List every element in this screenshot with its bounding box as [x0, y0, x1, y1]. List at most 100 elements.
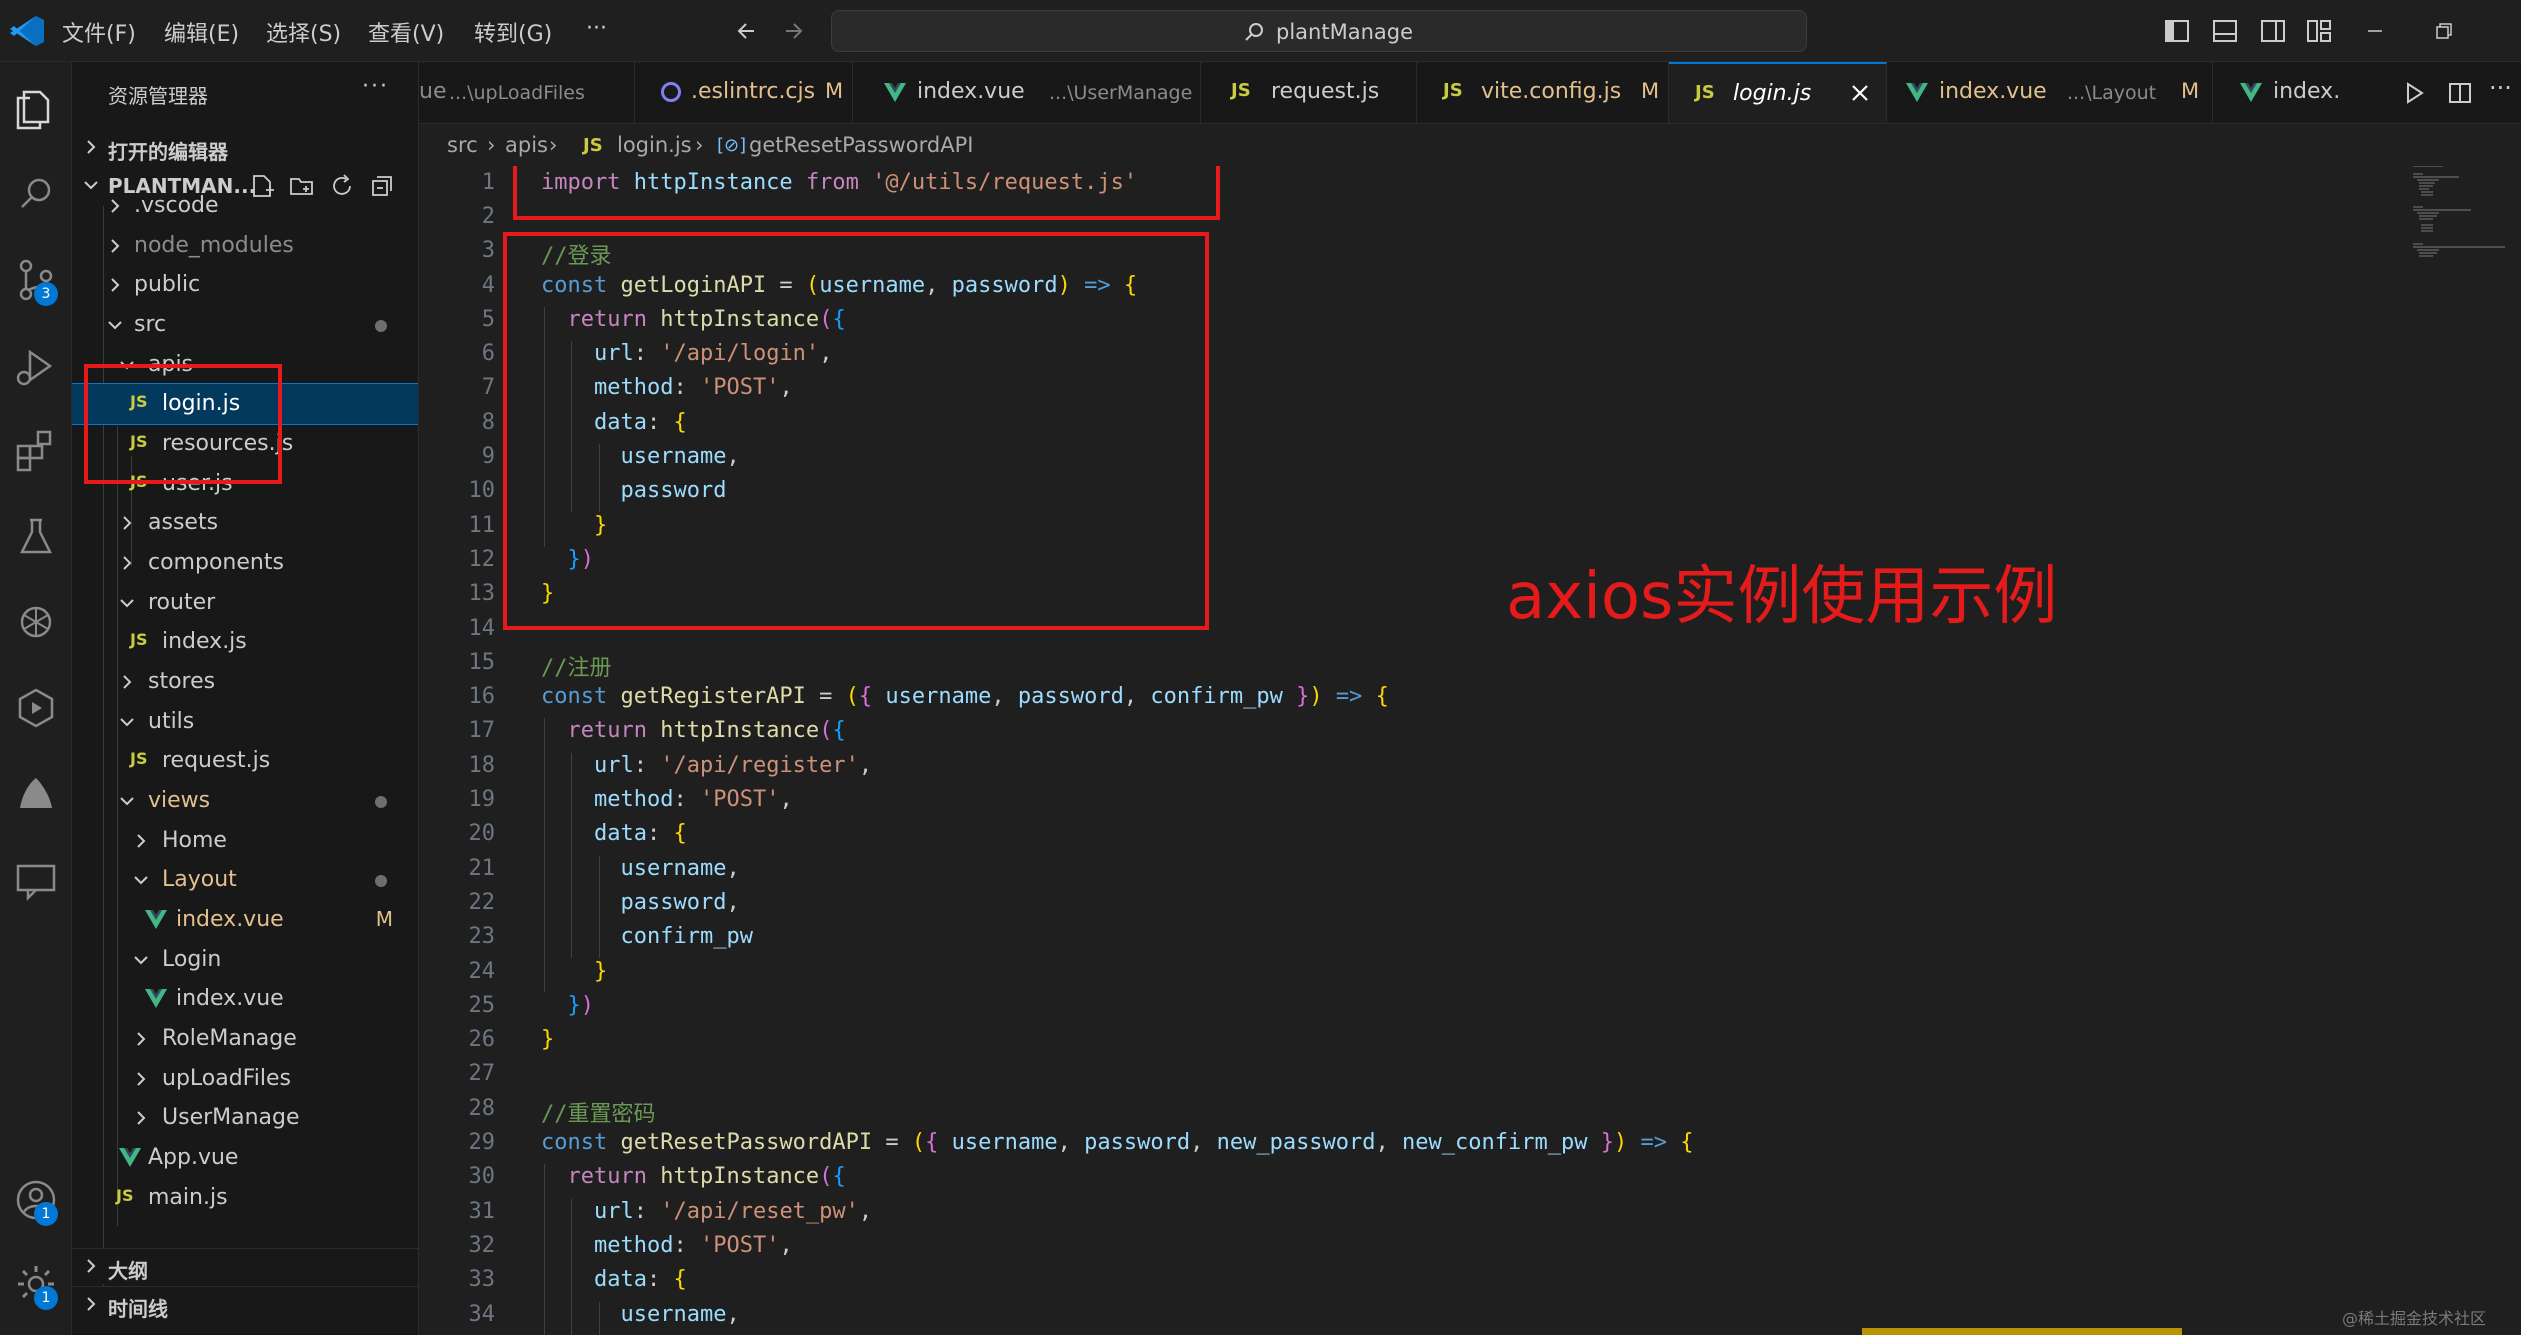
- comments-icon[interactable]: [10, 854, 62, 906]
- tab-description: ...\upLoadFiles: [449, 82, 585, 104]
- run-file-icon[interactable]: [2399, 78, 2429, 108]
- tree-label: Layout: [162, 867, 237, 892]
- line-number: 2: [481, 204, 495, 229]
- tab-request-js[interactable]: JS request.js: [1201, 62, 1417, 123]
- tree-folder-login[interactable]: Login: [72, 940, 418, 980]
- menu-go[interactable]: 转到(G): [474, 16, 552, 48]
- code-token: //重置密码: [541, 1102, 656, 1127]
- toggle-primary-sidebar-icon[interactable]: [2160, 14, 2194, 48]
- tab-eslintrc[interactable]: .eslintrc.cjs M: [635, 62, 853, 123]
- vue-file-icon: [145, 910, 167, 929]
- run-debug-icon[interactable]: [10, 340, 62, 392]
- back-arrow-icon[interactable]: [730, 14, 764, 48]
- breadcrumb-src[interactable]: src: [447, 133, 478, 157]
- tree-folder-stores[interactable]: stores: [72, 662, 418, 702]
- search-view-icon[interactable]: [10, 168, 62, 220]
- tab-index-truncated[interactable]: index.: [2213, 62, 2373, 123]
- timeline-section[interactable]: 时间线: [72, 1286, 418, 1322]
- chevron-right-icon: [87, 140, 96, 154]
- vue-file-icon: [1906, 83, 1928, 102]
- tree-label: RoleManage: [162, 1026, 297, 1051]
- tree-folder-router[interactable]: router: [72, 583, 418, 623]
- tree-folder-layout[interactable]: Layout: [72, 860, 418, 900]
- docker-whale-icon[interactable]: [10, 768, 62, 820]
- line-number: 24: [468, 959, 496, 984]
- breadcrumb-apis[interactable]: apis: [505, 133, 548, 157]
- toggle-secondary-sidebar-icon[interactable]: [2256, 14, 2290, 48]
- vue-file-icon: [2240, 83, 2262, 102]
- tree-folder-home[interactable]: Home: [72, 821, 418, 861]
- chevron-down-icon: [134, 956, 148, 965]
- toggle-panel-icon[interactable]: [2208, 14, 2242, 48]
- chevron-right-icon: [137, 1072, 146, 1086]
- tree-folder-vscode[interactable]: .vscode: [72, 186, 418, 226]
- tree-folder-utils[interactable]: utils: [72, 702, 418, 742]
- close-icon[interactable]: [1847, 80, 1873, 106]
- ai-assistant-icon[interactable]: [10, 596, 62, 648]
- tree-file-app-vue[interactable]: App.vue: [72, 1138, 418, 1178]
- split-editor-icon[interactable]: [2445, 78, 2475, 108]
- minimize-icon[interactable]: [2358, 14, 2392, 48]
- chevron-down-icon: [120, 718, 134, 727]
- tab-login-js[interactable]: JS login.js: [1669, 62, 1887, 123]
- outline-section[interactable]: 大纲: [72, 1248, 418, 1284]
- tree-folder-components[interactable]: components: [72, 543, 418, 583]
- js-file-icon: JS: [1443, 80, 1463, 101]
- breadcrumb-symbol[interactable]: getResetPasswordAPI: [749, 133, 973, 157]
- tab-uploadfiles-index-vue[interactable]: ue ...\upLoadFiles: [419, 62, 635, 123]
- editor-tabs: ue ...\upLoadFiles .eslintrc.cjs M index…: [419, 62, 2521, 124]
- command-center-search[interactable]: plantManage: [831, 10, 1807, 52]
- activity-bar: 3 1 1: [0, 62, 72, 1335]
- tree-file-request-js[interactable]: JS request.js: [72, 741, 418, 781]
- tab-vite-config-js[interactable]: JS vite.config.js M: [1417, 62, 1669, 123]
- menu-view[interactable]: 查看(V): [368, 16, 444, 48]
- tree-folder-assets[interactable]: assets: [72, 503, 418, 543]
- line-number: 8: [481, 410, 495, 435]
- tree-folder-src[interactable]: src: [72, 305, 418, 345]
- restore-icon[interactable]: [2426, 14, 2460, 48]
- menu-more[interactable]: ···: [586, 16, 607, 41]
- code-editor[interactable]: 1 2 3 4 5 6 7 8 9 10 11 12 13 14 15 16 1…: [419, 166, 2521, 1335]
- annotation-box-login-api: [503, 232, 1209, 630]
- code-line: return httpInstance({: [567, 718, 846, 743]
- menu-edit[interactable]: 编辑(E): [164, 16, 239, 48]
- tree-folder-usermanage[interactable]: UserManage: [72, 1098, 418, 1138]
- tree-file-router-index-js[interactable]: JS index.js: [72, 622, 418, 662]
- code-line: }: [541, 1027, 555, 1052]
- tab-layout-index-vue[interactable]: index.vue ...\Layout M: [1887, 62, 2213, 123]
- tree-folder-rolemanage[interactable]: RoleManage: [72, 1019, 418, 1059]
- tree-file-layout-index-vue[interactable]: index.vue M: [72, 900, 418, 940]
- tree-file-main-js[interactable]: JS main.js: [72, 1178, 418, 1218]
- breadcrumb-file[interactable]: login.js: [617, 133, 692, 157]
- testing-icon[interactable]: [10, 510, 62, 562]
- tree-folder-views[interactable]: views: [72, 781, 418, 821]
- annotation-box-apis: [84, 364, 282, 484]
- code-line: }): [567, 993, 595, 1018]
- tree-label: router: [148, 590, 216, 615]
- modified-dot: [375, 796, 387, 808]
- tree-folder-node-modules[interactable]: node_modules: [72, 226, 418, 266]
- explorer-icon[interactable]: [10, 82, 62, 134]
- tab-modified: M: [2181, 79, 2200, 103]
- line-number: 25: [468, 993, 496, 1018]
- tree-file-login-index-vue[interactable]: index.vue: [72, 979, 418, 1019]
- open-editors-section[interactable]: 打开的编辑器: [72, 130, 418, 166]
- open-editors-label: 打开的编辑器: [108, 140, 228, 164]
- tab-more-icon[interactable]: ···: [2489, 74, 2512, 102]
- code-line: const getRegisterAPI = ({ username, pass…: [541, 684, 1389, 709]
- tree-folder-uploadfiles[interactable]: upLoadFiles: [72, 1059, 418, 1099]
- code-line: data: {: [593, 1267, 687, 1292]
- tab-label: ue: [419, 79, 447, 104]
- forward-arrow-icon[interactable]: [776, 14, 810, 48]
- menu-selection[interactable]: 选择(S): [266, 16, 341, 48]
- tab-usermanage-index-vue[interactable]: index.vue ...\UserManage: [853, 62, 1201, 123]
- line-number: 30: [468, 1164, 496, 1189]
- explorer-more-button[interactable]: ···: [362, 74, 389, 99]
- customize-layout-icon[interactable]: [2302, 14, 2336, 48]
- minimap[interactable]: [2409, 166, 2509, 306]
- tree-label: Home: [162, 828, 227, 853]
- extensions-icon[interactable]: [10, 424, 62, 476]
- tree-folder-public[interactable]: public: [72, 265, 418, 305]
- remote-explorer-icon[interactable]: [10, 682, 62, 734]
- menu-file[interactable]: 文件(F): [62, 16, 136, 48]
